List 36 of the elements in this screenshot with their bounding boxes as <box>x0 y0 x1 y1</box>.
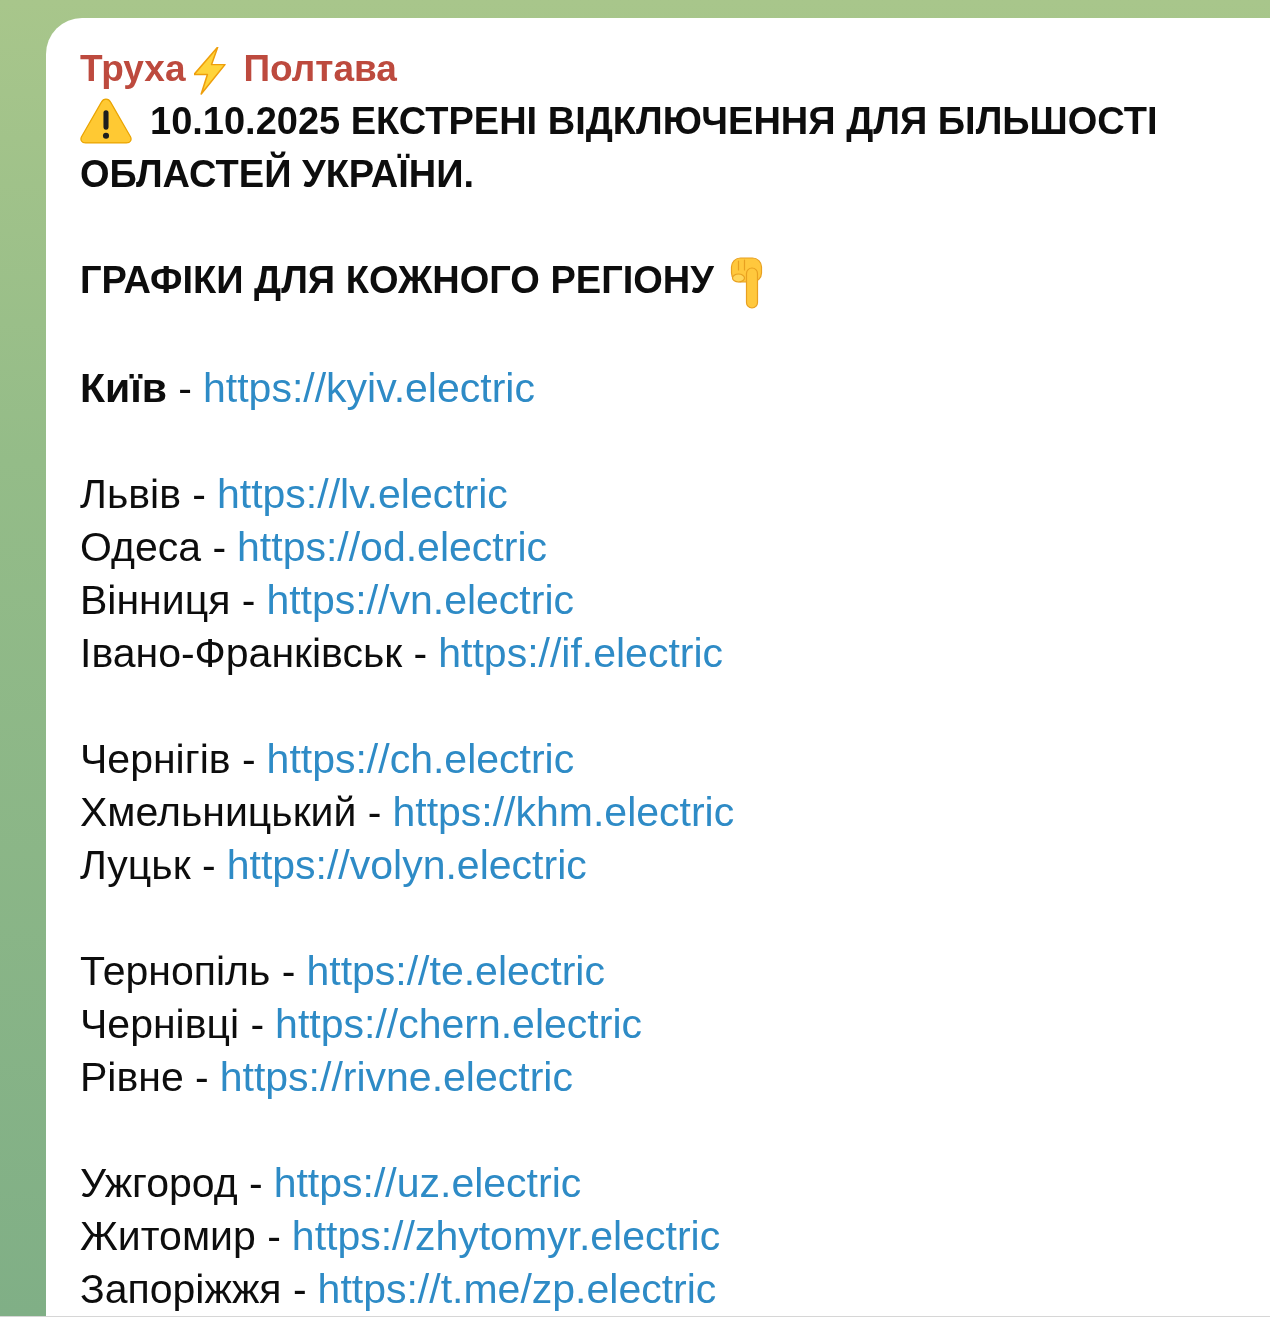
schedule-link[interactable]: https://kyiv.electric <box>203 365 535 412</box>
schedule-link[interactable]: https://if.electric <box>438 630 724 677</box>
region-label: Чернігів - <box>80 736 256 783</box>
region-label: Рівне - <box>80 1054 209 1101</box>
lightning-icon <box>193 47 226 96</box>
region-label: Запоріжжя - <box>80 1266 307 1313</box>
schedule-link[interactable]: https://vn.electric <box>266 577 574 624</box>
region-label: Чернівці - <box>80 1001 265 1048</box>
region-label: Львів - <box>80 471 206 518</box>
channel-name: Труха <box>80 48 186 89</box>
region-label: Ужгород - <box>80 1160 263 1207</box>
schedule-link[interactable]: https://od.electric <box>237 524 547 571</box>
channel-name: Полтава <box>243 48 397 89</box>
schedule-link[interactable]: https://te.electric <box>306 948 605 995</box>
schedule-link[interactable]: https://t.me/zp.electric <box>317 1266 717 1313</box>
schedule-link[interactable]: https://chern.electric <box>275 1001 642 1048</box>
headline-text: ОБЛАСТЕЙ УКРАЇНИ. <box>80 153 475 196</box>
region-label: Одеса - <box>80 524 227 571</box>
region-label: Хмельницький - <box>80 789 382 836</box>
schedule-link[interactable]: https://rivne.electric <box>219 1054 573 1101</box>
region-label: Тернопіль - <box>80 948 296 995</box>
warning-icon <box>80 98 132 145</box>
schedule-link[interactable]: https://lv.electric <box>217 471 508 518</box>
subheading: ГРАФІКИ ДЛЯ КОЖНОГО РЕГІОНУ <box>80 259 714 302</box>
hand-pointing-down-icon <box>729 257 764 310</box>
region-label: Вінниця - <box>80 577 256 624</box>
region-label: Житомир - <box>80 1213 281 1260</box>
schedule-link[interactable]: https://khm.electric <box>392 789 735 836</box>
schedule-link[interactable]: https://ch.electric <box>266 736 575 783</box>
region-label: Луцьк - <box>80 842 216 889</box>
schedule-link[interactable]: https://uz.electric <box>273 1160 582 1207</box>
region-label: Івано-Франківськ - <box>80 630 428 677</box>
schedule-link[interactable]: https://zhytomyr.electric <box>291 1213 721 1260</box>
schedule-link[interactable]: https://volyn.electric <box>226 842 587 889</box>
region-label: Київ - <box>80 365 192 412</box>
headline-text: 10.10.2025 ЕКСТРЕНІ ВІДКЛЮЧЕННЯ ДЛЯ БІЛЬШОСТІ <box>150 100 1158 143</box>
